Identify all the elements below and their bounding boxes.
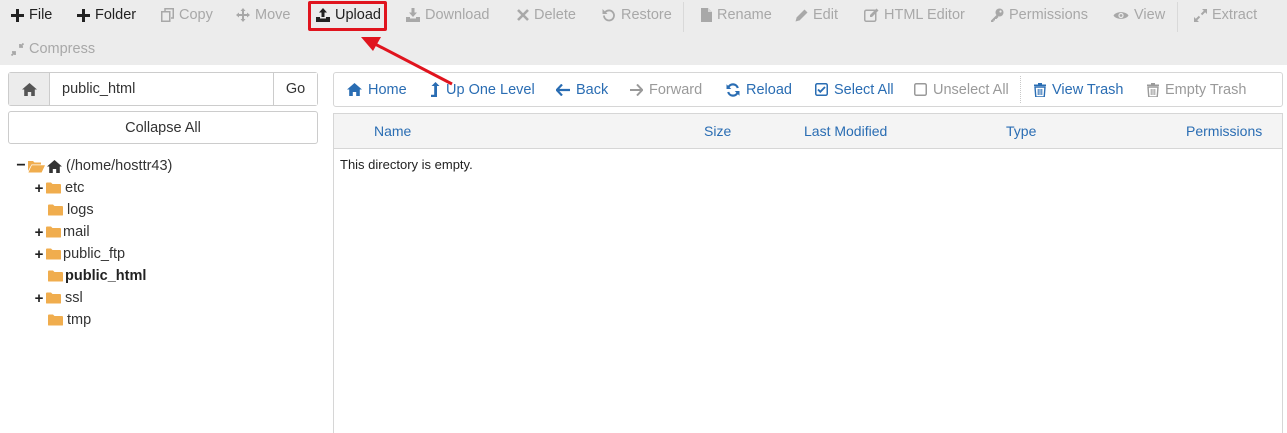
delete-button[interactable]: Delete	[517, 1, 576, 29]
path-input-group: Go	[8, 72, 318, 106]
tree-item-tmp[interactable]: tmp	[48, 309, 91, 331]
expand-icon	[1194, 8, 1207, 22]
tree-item-mail[interactable]: + mail	[34, 221, 90, 243]
column-header-name[interactable]: Name	[374, 114, 411, 149]
compress-icon	[11, 42, 24, 56]
tree-root-label: (/home/hosttr43)	[66, 158, 173, 174]
folder-icon	[46, 226, 61, 238]
move-icon	[236, 8, 250, 22]
times-icon	[517, 9, 529, 21]
nav-divider	[1020, 76, 1021, 103]
folder-icon	[46, 248, 61, 260]
copy-button[interactable]: Copy	[161, 1, 213, 29]
expand-toggle[interactable]: +	[34, 224, 44, 241]
permissions-button[interactable]: Permissions	[990, 1, 1088, 29]
plus-icon	[11, 8, 24, 22]
square-icon	[914, 83, 927, 96]
tree-item-ssl[interactable]: + ssl	[34, 287, 83, 309]
file-manager-toolbar: File Folder Copy Move Upload Download De…	[0, 0, 1287, 65]
collapse-toggle[interactable]: −	[16, 157, 26, 175]
edit-square-icon	[864, 8, 879, 22]
empty-trash-button[interactable]: Empty Trash	[1147, 73, 1246, 106]
new-file-button[interactable]: File	[11, 1, 52, 29]
expand-toggle[interactable]: +	[34, 180, 44, 197]
extract-button[interactable]: Extract	[1194, 1, 1257, 29]
reload-button[interactable]: Reload	[726, 73, 792, 106]
tree-item-etc[interactable]: + etc	[34, 177, 85, 199]
go-button[interactable]: Go	[273, 73, 317, 105]
rename-button[interactable]: Rename	[701, 1, 772, 29]
pencil-icon	[795, 9, 808, 21]
key-icon	[991, 8, 1004, 22]
column-header-permissions[interactable]: Permissions	[1186, 114, 1262, 149]
tree-item-logs[interactable]: logs	[48, 199, 94, 221]
folder-icon	[48, 314, 63, 326]
move-button[interactable]: Move	[236, 1, 290, 29]
empty-directory-message: This directory is empty.	[340, 157, 473, 172]
upload-icon	[316, 8, 330, 22]
column-header-type[interactable]: Type	[1006, 114, 1036, 149]
folder-icon	[46, 182, 61, 194]
home-icon	[47, 159, 62, 173]
expand-toggle[interactable]: +	[34, 290, 44, 307]
level-up-icon	[431, 82, 440, 97]
unselect-all-button[interactable]: Unselect All	[914, 73, 1009, 106]
column-header-last-modified[interactable]: Last Modified	[804, 114, 887, 149]
sidebar-divider	[333, 148, 334, 433]
folder-icon	[48, 204, 63, 216]
undo-icon	[602, 9, 615, 22]
trash-icon	[1147, 82, 1159, 97]
new-folder-button[interactable]: Folder	[77, 1, 136, 29]
forward-button[interactable]: Forward	[630, 73, 702, 106]
file-icon	[701, 8, 712, 22]
download-icon	[406, 8, 420, 22]
up-one-level-button[interactable]: Up One Level	[431, 73, 535, 106]
html-editor-button[interactable]: HTML Editor	[864, 1, 965, 29]
check-square-icon	[815, 83, 828, 96]
toolbar-divider	[683, 2, 684, 32]
tree-item-public-html[interactable]: public_html	[48, 265, 146, 287]
view-trash-button[interactable]: View Trash	[1034, 73, 1123, 106]
expand-toggle[interactable]: +	[34, 246, 44, 263]
tree-item-public-ftp[interactable]: + public_ftp	[34, 243, 125, 265]
folder-icon	[46, 292, 61, 304]
restore-button[interactable]: Restore	[602, 1, 672, 29]
view-button[interactable]: View	[1113, 1, 1165, 29]
copy-icon	[161, 8, 174, 22]
home-icon	[21, 82, 37, 96]
select-all-button[interactable]: Select All	[815, 73, 894, 106]
column-header-size[interactable]: Size	[704, 114, 731, 149]
folder-open-icon	[28, 160, 45, 172]
edit-button[interactable]: Edit	[795, 1, 838, 29]
home-button[interactable]: Home	[347, 73, 407, 106]
back-button[interactable]: Back	[556, 73, 608, 106]
table-header-row: Name Size Last Modified Type Permissions	[334, 114, 1282, 149]
folder-icon	[48, 270, 63, 282]
path-input[interactable]	[50, 73, 273, 105]
home-icon	[347, 83, 362, 96]
arrow-left-icon	[556, 83, 570, 96]
trash-icon	[1034, 82, 1046, 97]
upload-button[interactable]: Upload	[316, 1, 381, 29]
toolbar-divider	[1177, 2, 1178, 32]
download-button[interactable]: Download	[406, 1, 490, 29]
path-home-button[interactable]	[9, 73, 50, 105]
eye-icon	[1113, 11, 1129, 19]
compress-button[interactable]: Compress	[11, 35, 95, 63]
plus-icon	[77, 8, 90, 22]
collapse-all-button[interactable]: Collapse All	[8, 111, 318, 144]
file-list-table: Name Size Last Modified Type Permissions…	[333, 113, 1283, 433]
navigation-bar: Home Up One Level Back Forward Reload Se…	[333, 72, 1283, 107]
tree-root[interactable]: − (/home/hosttr43)	[16, 155, 172, 177]
refresh-icon	[726, 82, 740, 97]
arrow-right-icon	[630, 83, 643, 96]
